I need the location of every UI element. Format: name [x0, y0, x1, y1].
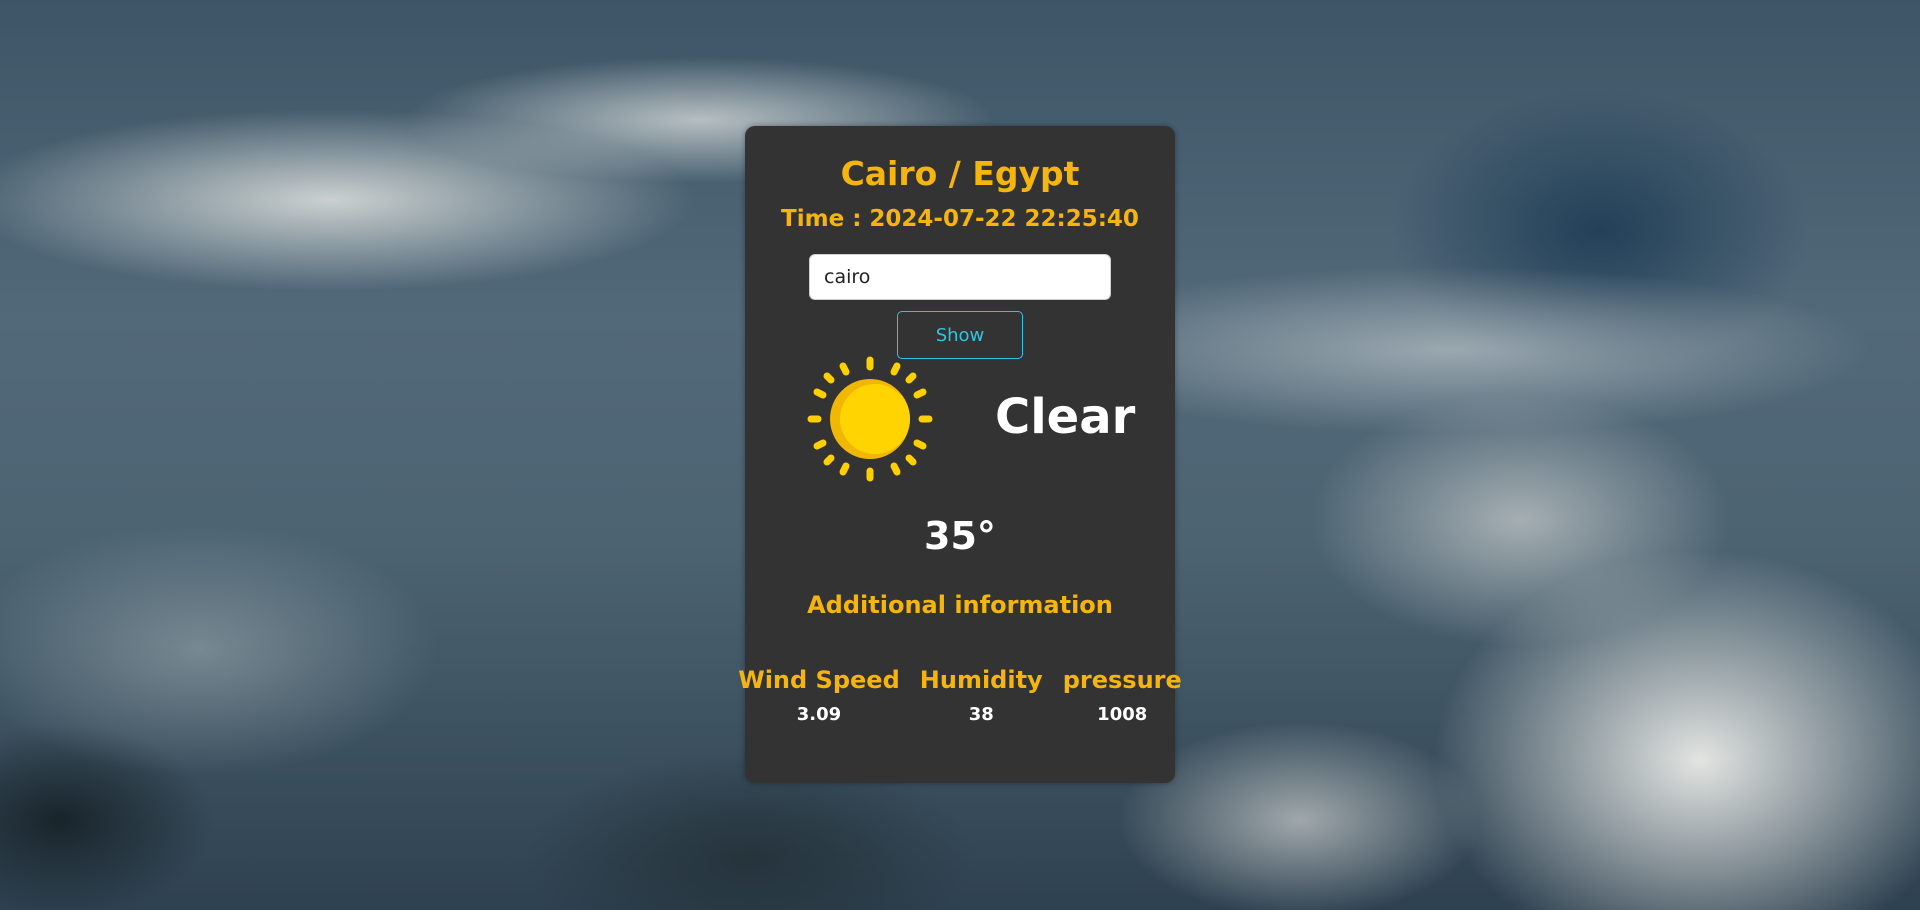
wind-speed-stat: Wind Speed 3.09 [728, 666, 910, 725]
show-button[interactable]: Show [897, 311, 1023, 359]
stat-label: pressure [1062, 666, 1182, 694]
temperature: 35° [924, 514, 996, 558]
humidity-stat: Humidity 38 [910, 666, 1053, 725]
location-title: Cairo / Egypt [840, 154, 1080, 193]
sun-icon [805, 354, 935, 484]
stat-value: 1008 [1097, 704, 1148, 725]
pressure-stat: pressure 1008 [1053, 666, 1192, 725]
weather-condition: Clear [995, 389, 1136, 445]
additional-info-heading: Additional information [807, 591, 1113, 619]
stat-value: 3.09 [796, 704, 842, 725]
weather-card: Cairo / Egypt Time : 2024-07-22 22:25:40… [738, 126, 1182, 783]
stat-value: 38 [968, 704, 994, 725]
city-search-input[interactable] [809, 254, 1111, 300]
local-time: Time : 2024-07-22 22:25:40 [781, 206, 1139, 232]
stat-label: Wind Speed [738, 666, 900, 694]
stat-label: Humidity [919, 666, 1043, 694]
stats-row: Wind Speed 3.09 Humidity 38 pressure 100… [738, 666, 1182, 725]
